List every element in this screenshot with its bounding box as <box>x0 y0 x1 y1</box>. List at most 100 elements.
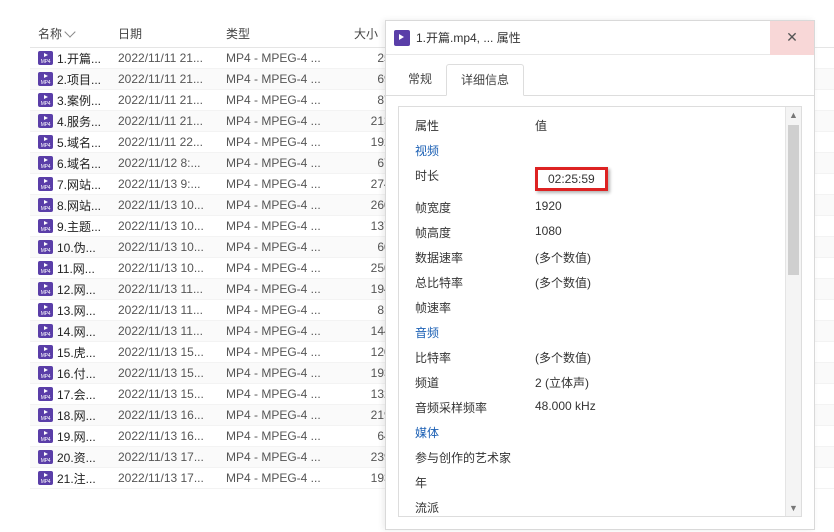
mp4-file-icon <box>38 429 53 443</box>
close-button[interactable]: ✕ <box>770 21 814 55</box>
prop-val-framewidth: 1920 <box>535 199 769 216</box>
file-type-cell: MP4 - MPEG-4 ... <box>218 219 346 233</box>
prop-val-frameheight: 1080 <box>535 224 769 241</box>
section-media: 媒体 <box>409 420 775 445</box>
file-type-cell: MP4 - MPEG-4 ... <box>218 366 346 380</box>
file-name-cell: 15.虎... <box>30 344 110 361</box>
file-date-cell: 2022/11/11 21... <box>110 93 218 107</box>
prop-val-artists <box>535 449 769 466</box>
file-type-cell: MP4 - MPEG-4 ... <box>218 282 346 296</box>
file-type-cell: MP4 - MPEG-4 ... <box>218 114 346 128</box>
prop-val-datarate: (多个数值) <box>535 249 769 266</box>
file-type-cell: MP4 - MPEG-4 ... <box>218 198 346 212</box>
dialog-titlebar[interactable]: 1.开篇.mp4, ... 属性 ✕ <box>386 21 814 55</box>
prop-val-bitrate: (多个数值) <box>535 349 769 366</box>
file-name-text: 13.网... <box>57 302 96 319</box>
file-date-cell: 2022/11/13 15... <box>110 345 218 359</box>
prop-key-artists: 参与创作的艺术家 <box>415 449 535 466</box>
prop-row-datarate[interactable]: 数据速率 (多个数值) <box>409 245 775 270</box>
mp4-file-icon <box>38 114 53 128</box>
tab-general[interactable]: 常规 <box>394 64 446 96</box>
file-name-cell: 4.服务... <box>30 113 110 130</box>
prop-key-bitrate: 比特率 <box>415 349 535 366</box>
scroll-thumb[interactable] <box>788 125 799 275</box>
file-date-cell: 2022/11/13 17... <box>110 471 218 485</box>
scroll-arrow-up-icon[interactable]: ▲ <box>786 107 801 123</box>
prop-key-genre: 流派 <box>415 499 535 516</box>
mp4-file-icon <box>38 345 53 359</box>
column-header-name[interactable]: 名称 <box>30 25 110 42</box>
prop-row-bitrate[interactable]: 比特率 (多个数值) <box>409 345 775 370</box>
file-type-cell: MP4 - MPEG-4 ... <box>218 408 346 422</box>
file-date-cell: 2022/11/13 9:... <box>110 177 218 191</box>
file-date-cell: 2022/11/13 16... <box>110 408 218 422</box>
file-date-cell: 2022/11/11 21... <box>110 72 218 86</box>
prop-val-year <box>535 474 769 491</box>
file-name-text: 18.网... <box>57 407 96 424</box>
file-date-cell: 2022/11/11 21... <box>110 114 218 128</box>
properties-dialog: 1.开篇.mp4, ... 属性 ✕ 常规 详细信息 属性 值 视频 时长 02… <box>385 20 815 530</box>
file-type-cell: MP4 - MPEG-4 ... <box>218 345 346 359</box>
prop-row-artists[interactable]: 参与创作的艺术家 <box>409 445 775 470</box>
mp4-file-icon <box>38 408 53 422</box>
tab-details[interactable]: 详细信息 <box>446 64 524 96</box>
prop-key-year: 年 <box>415 474 535 491</box>
tab-details-label: 详细信息 <box>461 73 509 87</box>
file-name-cell: 6.域名... <box>30 155 110 172</box>
properties-scrollbar[interactable]: ▲ ▼ <box>785 107 801 516</box>
file-name-text: 2.项目... <box>57 71 101 88</box>
section-audio: 音频 <box>409 320 775 345</box>
mp4-file-icon <box>38 93 53 107</box>
file-type-cell: MP4 - MPEG-4 ... <box>218 429 346 443</box>
column-header-type[interactable]: 类型 <box>218 25 346 42</box>
file-name-text: 14.网... <box>57 323 96 340</box>
properties-header-value: 值 <box>535 117 769 134</box>
mp4-file-icon <box>38 198 53 212</box>
prop-row-frameheight[interactable]: 帧高度 1080 <box>409 220 775 245</box>
column-header-date[interactable]: 日期 <box>110 25 218 42</box>
prop-row-channels[interactable]: 频道 2 (立体声) <box>409 370 775 395</box>
file-name-text: 19.网... <box>57 428 96 445</box>
file-name-cell: 3.案例... <box>30 92 110 109</box>
prop-key-framerate: 帧速率 <box>415 299 535 316</box>
mp4-file-icon <box>38 72 53 86</box>
file-name-cell: 7.网站... <box>30 176 110 193</box>
file-type-cell: MP4 - MPEG-4 ... <box>218 93 346 107</box>
prop-row-framewidth[interactable]: 帧宽度 1920 <box>409 195 775 220</box>
prop-row-samplerate[interactable]: 音频采样频率 48.000 kHz <box>409 395 775 420</box>
mp4-file-icon <box>38 450 53 464</box>
prop-row-framerate[interactable]: 帧速率 <box>409 295 775 320</box>
file-name-text: 8.网站... <box>57 197 101 214</box>
file-type-cell: MP4 - MPEG-4 ... <box>218 156 346 170</box>
file-name-text: 12.网... <box>57 281 96 298</box>
prop-val-duration: 02:25:59 <box>535 167 769 191</box>
file-name-cell: 20.资... <box>30 449 110 466</box>
file-name-cell: 8.网站... <box>30 197 110 214</box>
mp4-file-icon <box>38 471 53 485</box>
file-name-text: 4.服务... <box>57 113 101 130</box>
file-name-cell: 14.网... <box>30 323 110 340</box>
file-name-text: 1.开篇... <box>57 50 101 67</box>
scroll-arrow-down-icon[interactable]: ▼ <box>786 500 801 516</box>
file-date-cell: 2022/11/13 10... <box>110 261 218 275</box>
file-date-cell: 2022/11/13 10... <box>110 198 218 212</box>
properties-header-property: 属性 <box>415 117 535 134</box>
file-type-cell: MP4 - MPEG-4 ... <box>218 240 346 254</box>
prop-row-duration[interactable]: 时长 02:25:59 <box>409 163 775 195</box>
prop-row-totalbitrate[interactable]: 总比特率 (多个数值) <box>409 270 775 295</box>
prop-row-genre[interactable]: 流派 <box>409 495 775 517</box>
file-date-cell: 2022/11/13 17... <box>110 450 218 464</box>
prop-key-samplerate: 音频采样频率 <box>415 399 535 416</box>
column-header-type-label: 类型 <box>226 25 250 42</box>
properties-panel: 属性 值 视频 时长 02:25:59 帧宽度 1920 帧高度 1080 数据… <box>398 106 802 517</box>
prop-val-samplerate: 48.000 kHz <box>535 399 769 416</box>
file-date-cell: 2022/11/12 8:... <box>110 156 218 170</box>
file-date-cell: 2022/11/13 11... <box>110 324 218 338</box>
column-header-size-label: 大小 <box>354 25 378 42</box>
prop-row-year[interactable]: 年 <box>409 470 775 495</box>
prop-val-channels: 2 (立体声) <box>535 374 769 391</box>
prop-key-framewidth: 帧宽度 <box>415 199 535 216</box>
file-name-cell: 16.付... <box>30 365 110 382</box>
mp4-file-icon <box>38 51 53 65</box>
file-name-cell: 9.主题... <box>30 218 110 235</box>
